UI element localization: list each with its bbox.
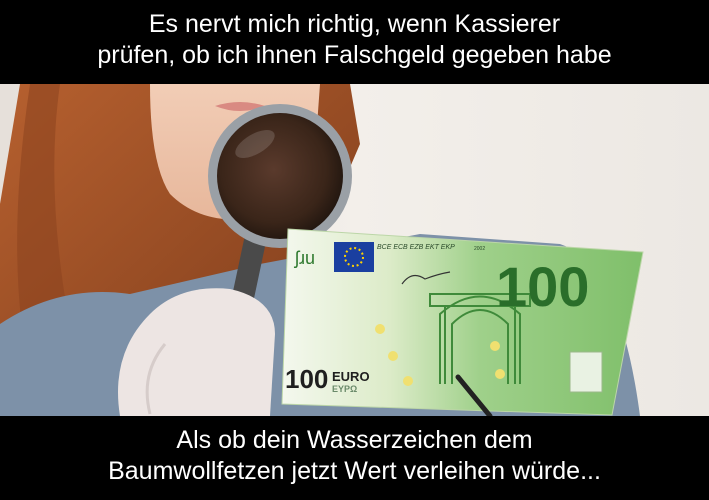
hologram-window <box>569 351 603 393</box>
issue-year: 2002 <box>474 246 485 252</box>
value-large: 100 <box>496 255 589 318</box>
signature-initials: ʃɹu <box>293 248 315 268</box>
top-caption-line-1: Es nervt mich richtig, wenn Kassierer <box>148 10 561 38</box>
issuer-codes: BCE ECB EZB EKT EKP <box>377 244 455 251</box>
currency-label: EURO <box>332 369 370 384</box>
bottom-caption: Als ob dein Wasserzeichen dem Baumwollfe… <box>0 416 709 500</box>
eu-flag-icon <box>334 242 374 272</box>
banknote: ʃɹu BCE ECB EZB EKT EKP 2002 100 100 EUR… <box>281 228 644 416</box>
currency-label-greek: EYPΩ <box>332 384 357 394</box>
photo-illustration: ʃɹu BCE ECB EZB EKT EKP 2002 100 100 EUR… <box>0 84 709 416</box>
photo: ʃɹu BCE ECB EZB EKT EKP 2002 100 100 EUR… <box>0 84 709 416</box>
top-caption: Es nervt mich richtig, wenn Kassierer pr… <box>0 0 709 84</box>
value-small: 100 <box>285 364 328 394</box>
bottom-caption-line-2: Baumwollfetzen jetzt Wert verleihen würd… <box>108 457 601 485</box>
meme-image: Es nervt mich richtig, wenn Kassierer pr… <box>0 0 709 500</box>
bottom-caption-line-1: Als ob dein Wasserzeichen dem <box>176 426 533 454</box>
top-caption-line-2: prüfen, ob ich ihnen Falschgeld gegeben … <box>97 41 612 69</box>
